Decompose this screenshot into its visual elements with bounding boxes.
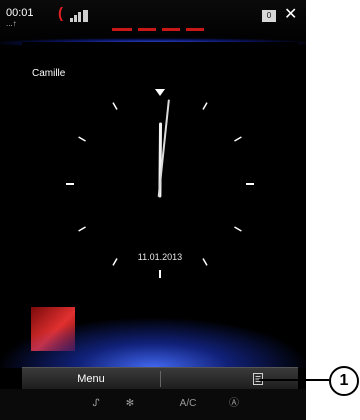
callout-marker: 1 [329, 366, 359, 396]
clock-tick [234, 226, 242, 232]
clock-time: 00:01 [6, 7, 34, 19]
menu-bar: Menu [22, 367, 298, 390]
phone-icon[interactable]: ( [58, 6, 63, 21]
clock-tick [202, 102, 208, 110]
menu-button[interactable]: Menu [22, 368, 160, 390]
notification-icon[interactable]: 0 [262, 10, 276, 22]
clock-tick [112, 102, 118, 110]
twelve-marker-icon [155, 89, 165, 96]
airflow-icon[interactable]: ᔑ [84, 397, 108, 411]
clock-date: 11.01.2013 [137, 252, 183, 262]
close-icon[interactable]: ✕ [284, 7, 297, 23]
clock-tick [202, 258, 208, 266]
signal-icon [70, 10, 90, 22]
infotainment-screen: 00:01 ...↑ ( 0 ✕ Camille 11.01.2013 Menu [0, 0, 306, 420]
climate-nav-bar: ᔑ ✻ A/C Ⓐ [0, 389, 306, 420]
gps-status-icon: ...↑ [6, 19, 17, 28]
bottom-glow [0, 318, 306, 368]
callout-leader-line [259, 379, 329, 381]
clock-tick [112, 258, 118, 266]
clock-tick [78, 136, 86, 142]
ac-button[interactable]: A/C [176, 397, 200, 411]
page-indicator [112, 28, 212, 31]
auto-climate-icon[interactable]: Ⓐ [222, 397, 246, 411]
profile-name: Camille [32, 68, 66, 79]
clock-tick [234, 136, 242, 142]
clock-tick [78, 226, 86, 232]
fan-icon[interactable]: ✻ [118, 397, 142, 411]
